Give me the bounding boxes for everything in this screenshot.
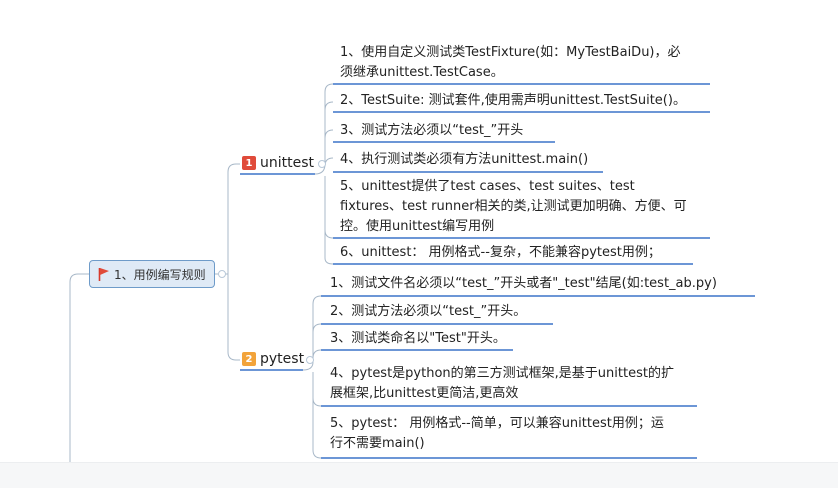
leaf-line: 2、测试方法必须以“test_”开头。 xyxy=(330,304,527,319)
root-topic-label: 1、用例编写规则 xyxy=(114,267,206,282)
leaf-line: 1、测试文件名必须以“test_”开头或者"_test"结尾(如:test_ab… xyxy=(330,276,717,291)
flag-icon xyxy=(98,268,109,281)
pytest-item-2[interactable]: 2、测试方法必须以“test_”开头。 xyxy=(330,302,526,322)
branch-connector-unittest xyxy=(227,163,240,274)
leaf-line: 5、unittest提供了test cases、test suites、test xyxy=(340,179,635,194)
branch-unittest-label: unittest xyxy=(260,155,315,171)
branch-unittest[interactable]: 1 unittest xyxy=(242,155,314,171)
leaf-line: 须继承unittest.TestCase。 xyxy=(340,65,504,80)
leaf-line: 3、测试类命名以"Test"开头。 xyxy=(330,331,506,346)
root-connector xyxy=(69,273,89,462)
unittest-item-2[interactable]: 2、TestSuite: 测试套件,使用需声明unittest.TestSuit… xyxy=(340,91,686,111)
branch-pytest-label: pytest xyxy=(260,351,305,367)
unittest-collapse-toggle[interactable] xyxy=(318,160,326,168)
pytest-item-3[interactable]: 3、测试类命名以"Test"开头。 xyxy=(330,329,506,349)
pytest-item-5[interactable]: 5、pytest： 用例格式--简单，可以兼容unittest用例；运 行不需要… xyxy=(330,414,664,454)
unittest-item-5[interactable]: 5、unittest提供了test cases、test suites、test… xyxy=(340,177,687,237)
leaf-line: 6、unittest： 用例格式--复杂，不能兼容pytest用例； xyxy=(340,245,661,260)
root-topic[interactable]: 1、用例编写规则 xyxy=(89,260,215,288)
leaf-line: 控。使用unittest编写用例 xyxy=(340,219,495,234)
leaf-line: 5、pytest： 用例格式--简单，可以兼容unittest用例；运 xyxy=(330,416,664,431)
priority-1-icon: 1 xyxy=(242,156,256,170)
leaf-line: 4、执行测试类必须有方法unittest.main() xyxy=(340,152,589,167)
priority-2-icon: 2 xyxy=(242,352,256,366)
pytest-collapse-toggle[interactable] xyxy=(306,356,314,364)
mind-map-canvas: 1、用例编写规则 1 unittest 2 pytest 1、使用自定义测试类T… xyxy=(0,0,838,488)
leaf-line: 3、测试方法必须以“test_”开头 xyxy=(340,123,524,138)
unittest-item-6[interactable]: 6、unittest： 用例格式--复杂，不能兼容pytest用例； xyxy=(340,243,661,263)
branch-pytest[interactable]: 2 pytest xyxy=(242,351,304,367)
leaf-line: 1、使用自定义测试类TestFixture(如：MyTestBaiDu)，必 xyxy=(340,45,681,60)
root-collapse-toggle[interactable] xyxy=(218,270,226,278)
unittest-item-3[interactable]: 3、测试方法必须以“test_”开头 xyxy=(340,121,523,141)
page-footer-strip xyxy=(0,462,838,488)
leaf-line: 4、pytest是python的第三方测试框架,是基于unittest的扩 xyxy=(330,366,674,381)
branch-connector-pytest xyxy=(227,274,240,361)
unittest-item-4[interactable]: 4、执行测试类必须有方法unittest.main() xyxy=(340,150,588,170)
unittest-item-1[interactable]: 1、使用自定义测试类TestFixture(如：MyTestBaiDu)，必 须… xyxy=(340,43,681,83)
pytest-item-4[interactable]: 4、pytest是python的第三方测试框架,是基于unittest的扩 展框… xyxy=(330,364,674,404)
pytest-item-1[interactable]: 1、测试文件名必须以“test_”开头或者"_test"结尾(如:test_ab… xyxy=(330,274,717,294)
leaf-line: fixtures、test runner相关的类,让测试更加明确、方便、可 xyxy=(340,199,687,214)
leaf-line: 展框架,比unittest更简洁,更高效 xyxy=(330,386,519,401)
leaf-line: 2、TestSuite: 测试套件,使用需声明unittest.TestSuit… xyxy=(340,93,686,108)
leaf-line: 行不需要main() xyxy=(330,436,425,451)
